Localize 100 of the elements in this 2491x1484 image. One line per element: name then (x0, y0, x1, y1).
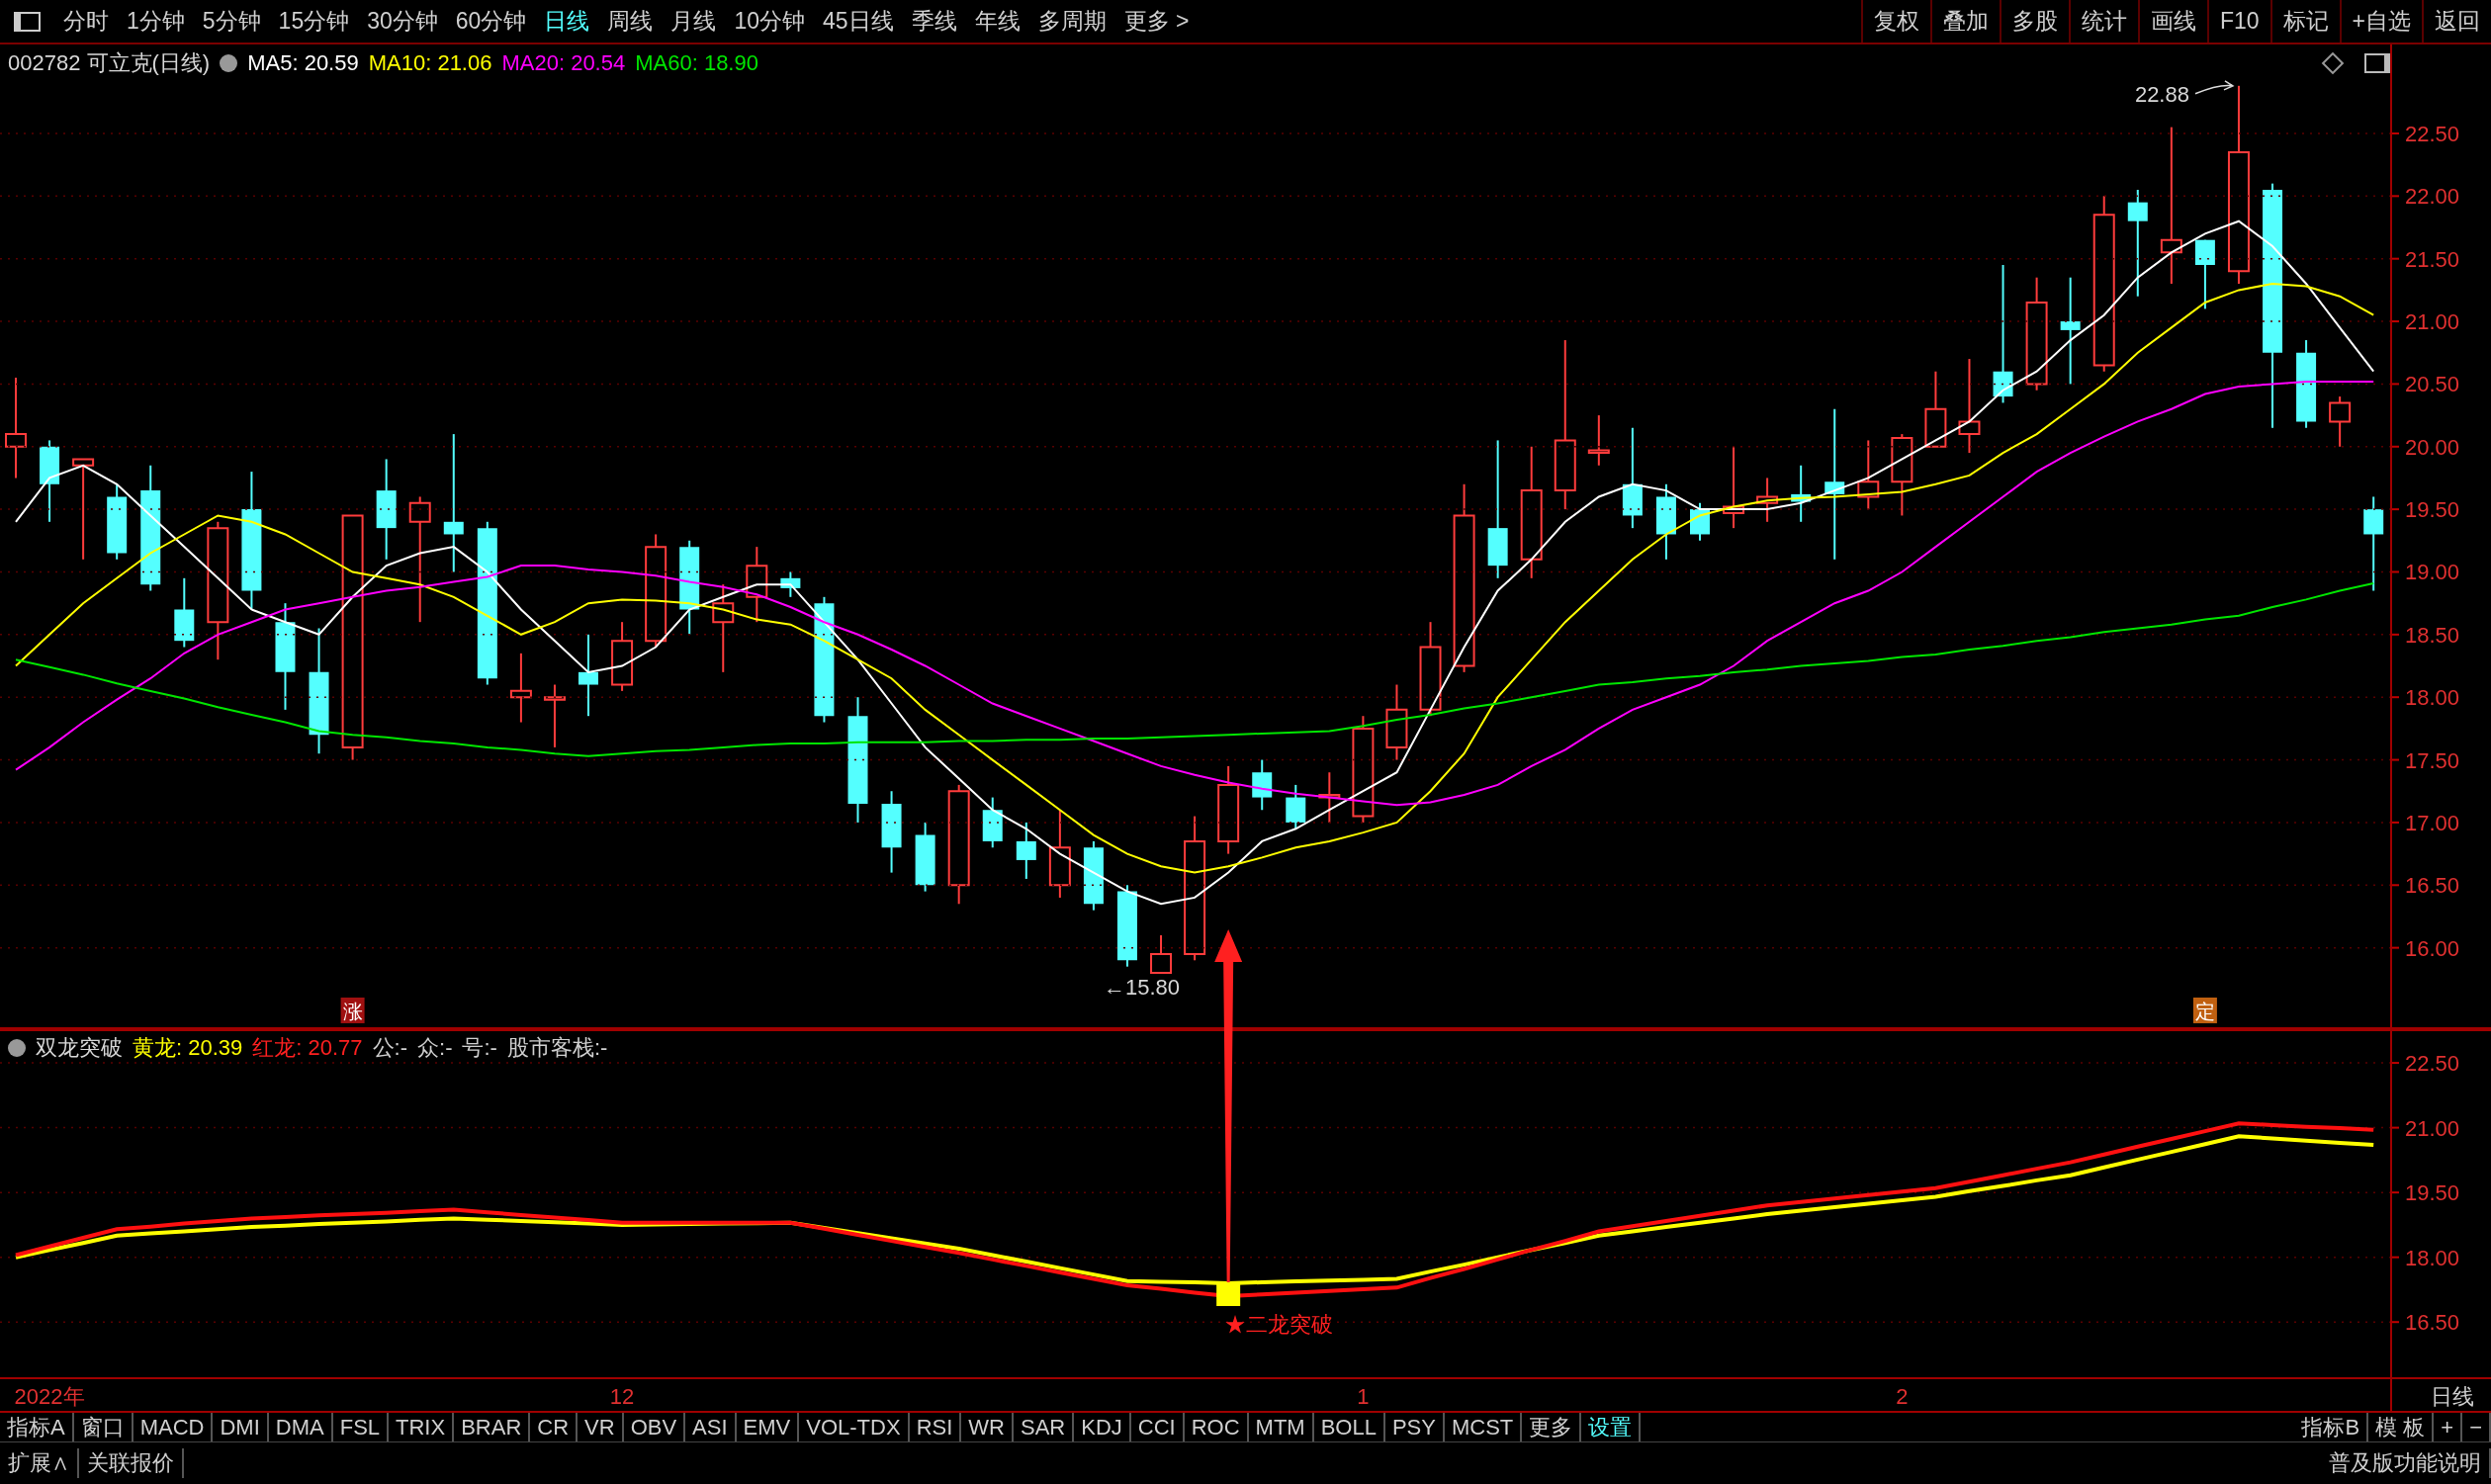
axis-label: 17.00 (2405, 810, 2460, 835)
toolbar-button[interactable]: 多股 (1999, 0, 2069, 43)
signal-tag: 定 (2192, 998, 2217, 1023)
axis-label: 22.50 (2405, 121, 2460, 146)
date-label: 2 (1896, 1384, 1909, 1409)
indicator-tab[interactable]: EMV (736, 1413, 800, 1441)
period-tab[interactable]: 更多 > (1114, 0, 1199, 43)
indicator-tab[interactable]: 指标B (2294, 1413, 2369, 1441)
indicator-tab[interactable]: 模 板 (2368, 1413, 2435, 1441)
period-tab[interactable]: 5分钟 (193, 0, 270, 43)
candlestick (1791, 464, 1812, 523)
period-label: 日线 (2431, 1384, 2474, 1409)
period-tab[interactable]: 周线 (598, 0, 663, 43)
indicator-tab[interactable]: BOLL (1313, 1413, 1385, 1441)
axis-label: 20.50 (2405, 372, 2460, 397)
indicator-tab[interactable]: BRAR (454, 1413, 531, 1441)
dropdown-icon[interactable] (8, 1039, 26, 1057)
candlestick (2329, 395, 2352, 448)
candlestick (1690, 501, 1710, 542)
date-label: 2022年 (14, 1384, 85, 1409)
period-tab[interactable]: 多周期 (1028, 0, 1115, 43)
legend-value: 黄龙: 20.39 (133, 1034, 243, 1062)
indicator-tab[interactable]: ASI (685, 1413, 737, 1441)
period-tab[interactable]: 年线 (965, 0, 1029, 43)
toolbar-button[interactable]: 统计 (2068, 0, 2138, 43)
axis-label: 21.00 (2405, 309, 2460, 335)
toolbar-button[interactable]: +自选 (2339, 0, 2422, 43)
axis-label: 18.50 (2405, 622, 2460, 648)
axis-label: 20.00 (2405, 434, 2460, 460)
candlestick (1318, 771, 1341, 824)
signal-label: ★二龙突破 (1224, 1312, 1334, 1337)
period-tab[interactable]: 月线 (662, 0, 726, 43)
dropdown-icon[interactable] (220, 54, 238, 72)
indicator-tab[interactable]: MACD (133, 1413, 214, 1441)
toolbar-button[interactable]: 标记 (2269, 0, 2340, 43)
help-link[interactable]: 普及版功能说明 (2321, 1448, 2491, 1478)
signal-tag: 涨 (340, 998, 365, 1023)
legend-value: MA10: 21.06 (368, 50, 492, 76)
indicator-tab[interactable]: TRIX (389, 1413, 455, 1441)
toolbar-button[interactable]: 复权 (1860, 0, 1930, 43)
period-tab[interactable]: 60分钟 (446, 0, 536, 43)
indicator-tab[interactable]: RSI (909, 1413, 962, 1441)
period-tab[interactable]: 日线 (535, 0, 599, 43)
period-tab[interactable]: 季线 (902, 0, 966, 43)
axis-label: 17.50 (2405, 747, 2460, 773)
date-label: 1 (1357, 1384, 1370, 1409)
indicator-tab[interactable]: MCST (1444, 1413, 1523, 1441)
indicator-tab[interactable]: VR (578, 1413, 624, 1441)
toolbar-button[interactable]: 叠加 (1929, 0, 2000, 43)
indicator-tab[interactable]: 更多 (1522, 1413, 1582, 1441)
candlestick (1587, 414, 1610, 467)
candlestick (1756, 477, 1779, 523)
legend-value: 众:- (417, 1034, 453, 1062)
candlestick (780, 570, 801, 598)
toolbar-button[interactable]: 画线 (2137, 0, 2207, 43)
candlestick (611, 621, 634, 692)
period-tab[interactable]: 1分钟 (118, 0, 194, 43)
axis-label: 21.50 (2405, 246, 2460, 272)
date-label: 12 (609, 1384, 635, 1409)
indicator-tab[interactable]: PSY (1384, 1413, 1445, 1441)
indicator-tab[interactable]: SAR (1013, 1413, 1075, 1441)
status-button[interactable]: 扩展∧ (0, 1448, 79, 1478)
indicator-tab[interactable]: + (2434, 1413, 2463, 1441)
axis-label: 16.00 (2405, 935, 2460, 961)
legend-value: MA60: 18.90 (635, 50, 758, 76)
indicator-tab[interactable]: WR (961, 1413, 1014, 1441)
indicator-tab[interactable]: CCI (1130, 1413, 1185, 1441)
signal-marker (1216, 1284, 1241, 1306)
legend-value: 号:- (462, 1034, 497, 1062)
indicator-tab[interactable]: 窗口 (73, 1413, 133, 1441)
status-button[interactable]: 关联报价 (79, 1448, 184, 1478)
indicator-tab[interactable]: FSL (332, 1413, 390, 1441)
indicator-tab[interactable]: ROC (1184, 1413, 1249, 1441)
indicator-tab[interactable]: 指标A (0, 1413, 74, 1441)
indicator-tab[interactable]: VOL-TDX (799, 1413, 910, 1441)
indicator-tab[interactable]: DMA (268, 1413, 333, 1441)
legend-value: 股市客栈:- (506, 1034, 608, 1062)
period-tab[interactable]: 分时 (54, 0, 118, 43)
indicator-tab[interactable]: − (2462, 1413, 2491, 1441)
candlestick (1252, 758, 1273, 812)
period-tab[interactable]: 30分钟 (358, 0, 447, 43)
period-tab[interactable]: 15分钟 (269, 0, 359, 43)
indicator-tab[interactable]: 设置 (1581, 1413, 1642, 1441)
indicator-tab[interactable]: MTM (1248, 1413, 1314, 1441)
low-price-label: ←15.80 (1104, 975, 1181, 1000)
axis-label: 18.00 (2405, 1245, 2460, 1270)
axis-label: 22.00 (2405, 184, 2460, 210)
period-tab[interactable]: 45日线 (813, 0, 903, 43)
period-tab[interactable]: 10分钟 (725, 0, 814, 43)
legend-value: MA20: 20.54 (501, 50, 626, 76)
toolbar-button[interactable]: F10 (2206, 0, 2270, 43)
legend-value: 红龙: 20.77 (252, 1034, 363, 1062)
indicator-tab[interactable]: OBV (623, 1413, 686, 1441)
indicator-tab[interactable]: KDJ (1074, 1413, 1131, 1441)
indicator-tab[interactable]: DMI (213, 1413, 269, 1441)
indicator-tab[interactable]: CR (530, 1413, 578, 1441)
window-toggle-icon[interactable] (14, 11, 41, 32)
axis-label: 22.50 (2405, 1051, 2460, 1077)
toolbar-button[interactable]: 返回 (2422, 0, 2491, 43)
axis-label: 16.50 (2405, 1310, 2460, 1336)
